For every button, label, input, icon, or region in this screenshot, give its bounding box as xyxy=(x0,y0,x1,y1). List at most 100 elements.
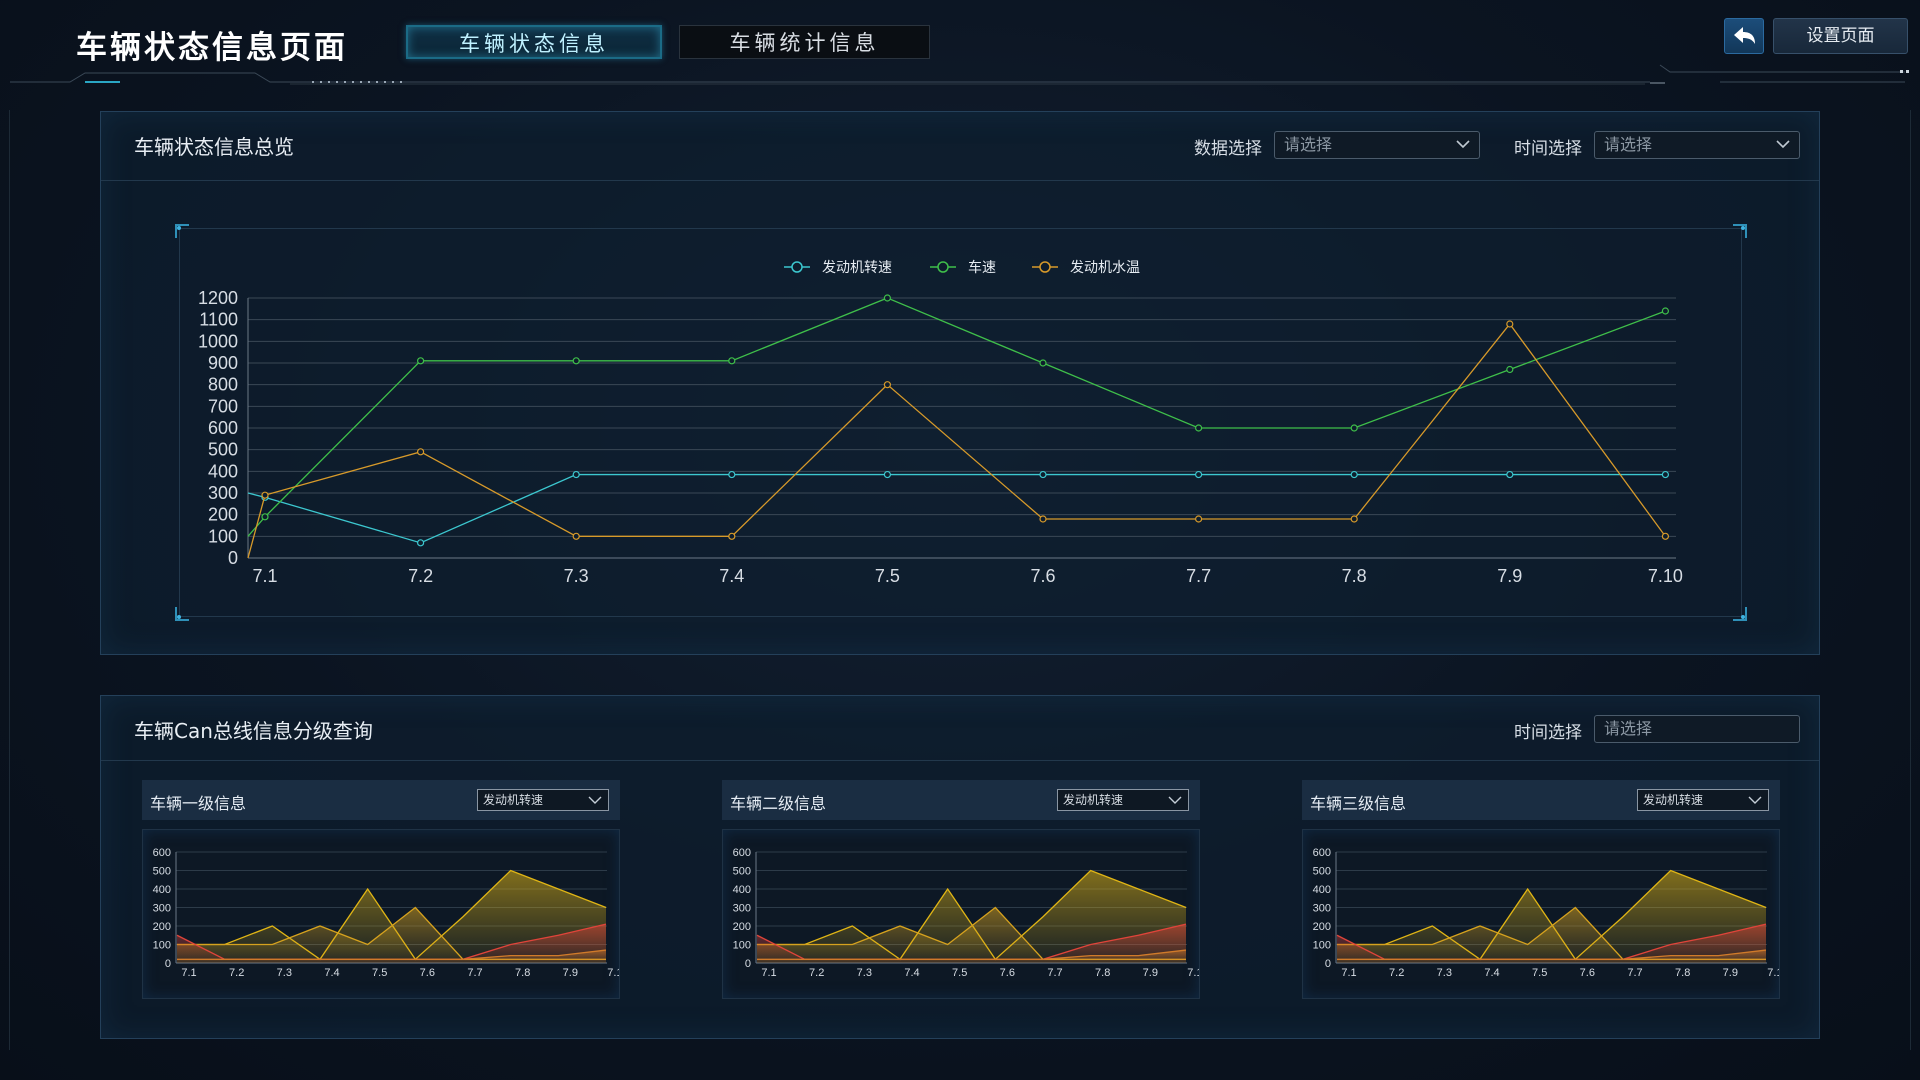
x-tick-label: 7.9 xyxy=(1723,967,1738,979)
chevron-down-icon xyxy=(1748,796,1762,804)
y-tick-label: 400 xyxy=(1313,884,1331,896)
x-tick-label: 7.1 xyxy=(761,967,776,979)
y-tick-label: 500 xyxy=(1313,866,1331,878)
y-tick-label: 300 xyxy=(733,903,751,915)
level2-area-chart: 0 100 200 300 400 500 600 7.1 7.2 7.3 7.4 7.5 7.6 7.7… xyxy=(733,847,1209,979)
x-tick-label: 7.5 xyxy=(1532,967,1547,979)
x-tick-label: 7.3 xyxy=(564,566,589,586)
y-tick-label: 800 xyxy=(208,375,238,395)
y-tick-label: 600 xyxy=(153,847,171,859)
can-time-select-placeholder: 请选择 xyxy=(1604,719,1653,738)
can-query-divider xyxy=(101,760,1819,761)
level3-select-value: 发动机转速 xyxy=(1643,793,1704,807)
settings-page-button[interactable]: 设置页面 xyxy=(1773,18,1908,54)
y-tick-label: 600 xyxy=(733,847,751,859)
x-tick-label: 7.10 xyxy=(1187,967,1199,979)
level3-select[interactable]: 发动机转速 xyxy=(1637,789,1769,811)
data-point xyxy=(572,532,580,540)
data-point xyxy=(1661,307,1670,315)
x-tick-label: 7.6 xyxy=(1030,566,1055,586)
x-tick-label: 7.8 xyxy=(1095,967,1110,979)
y-tick-label: 600 xyxy=(208,418,238,438)
data-point xyxy=(261,513,269,521)
data-point xyxy=(417,448,425,456)
tab-vehicle-status[interactable]: 车辆状态信息 xyxy=(406,25,662,59)
x-tick-label: 7.6 xyxy=(1000,967,1015,979)
can-time-select-label: 时间选择 xyxy=(1514,723,1582,743)
y-tick-label: 300 xyxy=(153,903,171,915)
data-point xyxy=(1194,424,1203,432)
right-edge-line xyxy=(1910,110,1911,1050)
y-tick-label: 200 xyxy=(153,921,171,933)
y-tick-label: 0 xyxy=(165,958,171,970)
x-tick-label: 7.7 xyxy=(1627,967,1642,979)
y-tick-label: 1200 xyxy=(198,288,238,308)
chevron-down-icon xyxy=(588,796,602,804)
level3-header: 车辆三级信息 发动机转速 xyxy=(1302,780,1780,820)
level1-header: 车辆一级信息 发动机转速 xyxy=(142,780,620,820)
data-point xyxy=(1350,470,1358,479)
data-point xyxy=(417,539,425,547)
level1-chart-box: 0 100 200 300 400 500 600 7.1 7.2 7.3 7.4 7.5 7.6 7.7… xyxy=(142,829,629,999)
x-tick-label: 7.4 xyxy=(1484,967,1499,979)
y-tick-label: 1000 xyxy=(198,331,238,351)
y-tick-label: 1100 xyxy=(199,310,238,330)
y-tick-label: 200 xyxy=(733,921,751,933)
data-point xyxy=(572,357,580,365)
data-point xyxy=(1661,470,1670,479)
legend-marker xyxy=(1039,261,1051,273)
data-point xyxy=(261,491,269,499)
x-tick-label: 7.10 xyxy=(1767,967,1779,979)
y-tick-label: 500 xyxy=(733,866,751,878)
y-tick-label: 900 xyxy=(208,353,238,373)
x-tick-label: 7.3 xyxy=(857,967,872,979)
level3-chart-box: 0 100 200 300 400 500 600 7.1 7.2 7.3 7.4 7.5 7.6 7.7… xyxy=(1302,829,1789,999)
y-tick-label: 100 xyxy=(733,940,751,952)
level1-area-chart: 0 100 200 300 400 500 600 7.1 7.2 7.3 7.4 7.5 7.6 7.7… xyxy=(153,847,629,979)
data-point xyxy=(883,294,892,302)
x-tick-label: 7.2 xyxy=(229,967,244,979)
x-tick-label: 7.5 xyxy=(952,967,967,979)
data-point xyxy=(1506,320,1514,328)
y-tick-label: 300 xyxy=(1313,903,1331,915)
x-tick-label: 7.7 xyxy=(1047,967,1062,979)
series-line xyxy=(247,473,1666,544)
x-tick-label: 7.5 xyxy=(372,967,387,979)
x-tick-label: 7.8 xyxy=(1342,566,1367,586)
header-decoration xyxy=(10,64,1909,85)
x-tick-label: 7.7 xyxy=(1186,566,1211,586)
data-point xyxy=(1506,365,1514,374)
data-point xyxy=(1039,515,1047,523)
x-tick-label: 7.8 xyxy=(1675,967,1690,979)
y-tick-label: 400 xyxy=(208,461,238,481)
can-time-select[interactable]: 请选择 xyxy=(1594,715,1800,743)
x-tick-label: 7.2 xyxy=(408,566,433,586)
level2-select[interactable]: 发动机转速 xyxy=(1057,789,1189,811)
x-tick-label: 7.10 xyxy=(607,967,619,979)
x-tick-label: 7.1 xyxy=(252,566,277,586)
x-tick-label: 7.6 xyxy=(1580,967,1595,979)
x-tick-label: 7.4 xyxy=(324,967,339,979)
x-tick-label: 7.9 xyxy=(1143,967,1158,979)
level1-select-value: 发动机转速 xyxy=(483,793,544,807)
data-point xyxy=(1350,424,1358,432)
legend-marker xyxy=(937,261,949,273)
data-point xyxy=(728,470,736,479)
back-arrow-icon xyxy=(1734,27,1755,44)
overview-panel: 车辆状态信息总览 数据选择 请选择 时间选择 请选择 0 100 200 300 400… xyxy=(100,111,1820,655)
y-tick-label: 700 xyxy=(208,396,238,416)
level3-area-chart: 0 100 200 300 400 500 600 7.1 7.2 7.3 7.4 7.5 7.6 7.7… xyxy=(1313,847,1789,979)
x-tick-label: 7.4 xyxy=(719,566,744,586)
data-point xyxy=(1661,532,1670,540)
legend-label: 车速 xyxy=(968,259,996,275)
back-button[interactable] xyxy=(1724,18,1764,54)
series-line xyxy=(247,322,1666,559)
level1-select[interactable]: 发动机转速 xyxy=(477,789,609,811)
y-tick-label: 100 xyxy=(153,940,171,952)
level2-title: 车辆二级信息 xyxy=(730,794,827,813)
data-point xyxy=(572,470,580,479)
level2-header: 车辆二级信息 发动机转速 xyxy=(722,780,1200,820)
y-tick-label: 500 xyxy=(153,866,171,878)
y-tick-label: 600 xyxy=(1313,847,1331,859)
tab-vehicle-statistics[interactable]: 车辆统计信息 xyxy=(679,25,930,59)
